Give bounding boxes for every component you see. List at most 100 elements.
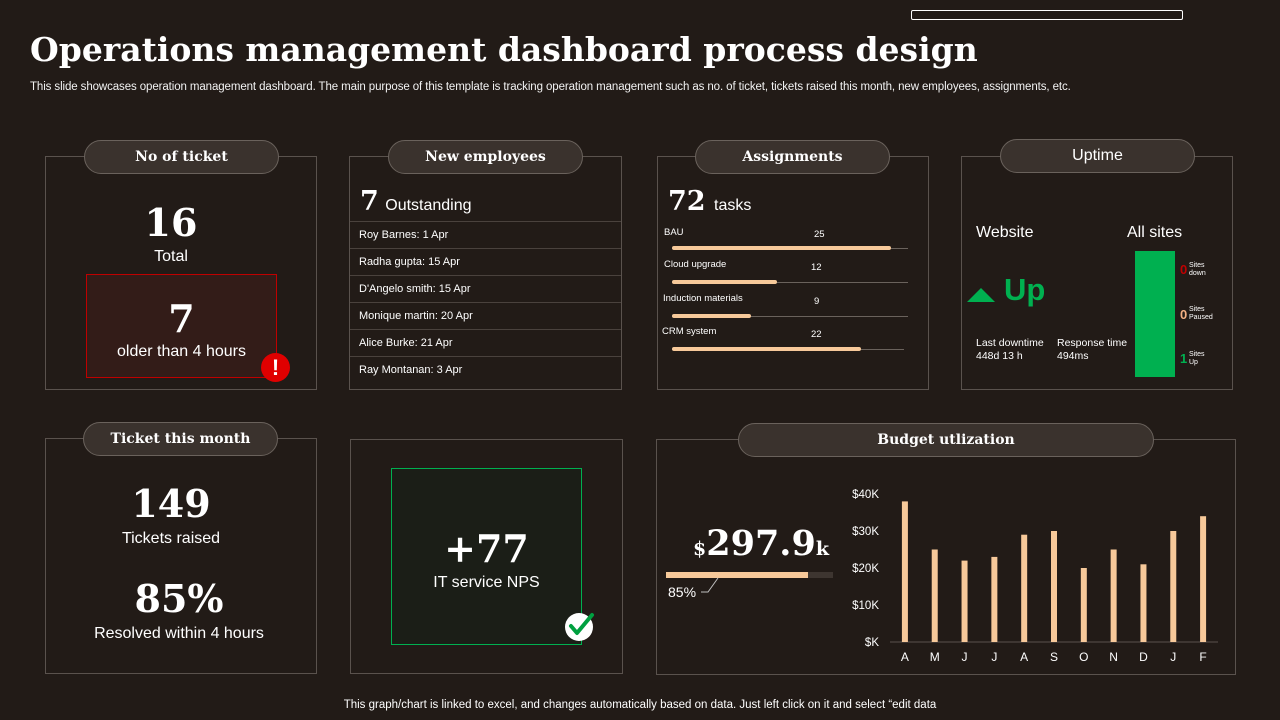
new-employees-header: New employees (388, 140, 583, 174)
budget-bar (1140, 564, 1147, 642)
nps-value: +77 (444, 526, 529, 571)
budget-bar (901, 501, 908, 642)
sites-up-label-line2: Up (1189, 359, 1198, 366)
budget-amount-line: $297.9k (693, 523, 829, 564)
x-tick-label: A (1020, 650, 1028, 664)
sites-paused-label-line2: Paused (1189, 314, 1213, 321)
task-progress-bar (672, 246, 891, 250)
website-label: Website (976, 224, 1034, 241)
sites-down-label-line2: down (1189, 270, 1206, 277)
assignments-header: Assignments (695, 140, 890, 174)
y-tick-label: $10K (852, 600, 879, 612)
exclamation-alert-icon: ! (261, 353, 290, 382)
top-outline-box (911, 10, 1183, 20)
task-name: Cloud upgrade (664, 259, 727, 270)
page-title: Operations management dashboard process … (30, 30, 978, 69)
sites-paused-label-line1: Sites (1189, 306, 1205, 313)
budget-bar (1021, 534, 1028, 642)
budget-suffix: k (815, 538, 830, 560)
budget-bar (1110, 549, 1117, 642)
task-value: 22 (811, 329, 822, 340)
task-progress-bar (672, 280, 777, 284)
budget-bar-chart: $K $10K $20K $30K $40K A M J J A S O N D J F (852, 489, 1218, 664)
budget-progress-leader (701, 577, 719, 593)
all-sites-label: All sites (1127, 224, 1183, 241)
x-tick-label: J (962, 650, 968, 664)
task-name: BAU (664, 227, 684, 238)
website-status: Up (1004, 272, 1046, 307)
budget-progress-fill (666, 572, 808, 578)
employee-row: Roy Barnes: 1 Apr (350, 221, 621, 248)
resolved-label: Resolved within 4 hours (94, 625, 264, 642)
checkmark-icon-svg (565, 613, 594, 641)
employees-count-line: 7 Outstanding (360, 186, 472, 217)
budget-currency: $ (693, 538, 707, 560)
budget-bar (1170, 531, 1177, 642)
sites-up-label: Sites Up (1189, 351, 1205, 367)
sites-up-bar (1135, 251, 1175, 377)
sites-down-label-line1: Sites (1189, 262, 1205, 269)
sites-up-label-line1: Sites (1189, 351, 1205, 358)
x-tick-label: J (1170, 650, 1176, 664)
x-tick-label: F (1199, 650, 1206, 664)
older-tickets-value: 7 (168, 296, 195, 341)
alert-glyph: ! (271, 355, 280, 380)
budget-bar (1080, 568, 1087, 642)
x-tick-label: S (1050, 650, 1058, 664)
x-tick-label: A (901, 650, 909, 664)
last-downtime-label: Last downtime (976, 337, 1044, 349)
sites-paused-label: Sites Paused (1189, 306, 1213, 322)
budget-bar (991, 556, 998, 642)
y-tick-label: $20K (852, 563, 879, 575)
x-tick-label: M (930, 650, 940, 664)
tickets-raised-label: Tickets raised (121, 530, 221, 547)
ticket-total-value: 16 (144, 200, 198, 245)
triangle-up-icon (967, 288, 995, 302)
budget-progress-track (666, 572, 833, 578)
employee-row: Alice Burke: 21 Apr (350, 329, 621, 356)
task-value: 9 (814, 296, 820, 307)
task-value: 12 (811, 262, 822, 273)
checkmark-icon (564, 610, 596, 642)
page-subtitle: This slide showcases operation managemen… (30, 81, 1071, 93)
x-tick-label: O (1079, 650, 1088, 664)
footer-note: This graph/chart is linked to excel, and… (343, 699, 937, 711)
no-of-ticket-header: No of ticket (84, 140, 279, 174)
budget-bar (1200, 516, 1207, 642)
employees-count: 7 (360, 186, 379, 217)
sites-down-count: 0 (1180, 262, 1188, 277)
sites-down-label: Sites down (1189, 262, 1206, 278)
task-list: BAU 25 Cloud upgrade 12 Induction materials 9… (657, 222, 929, 362)
y-tick-label: $40K (852, 489, 879, 501)
nps-label: IT service NPS (433, 574, 540, 591)
assignments-count-label: tasks (714, 197, 752, 214)
y-tick-label: $K (865, 637, 879, 649)
x-tick-label: J (991, 650, 997, 664)
ticket-total-label: Total (154, 248, 188, 265)
budget-bar (1051, 531, 1057, 642)
sites-paused-count: 0 (1180, 307, 1188, 322)
tickets-raised-value: 149 (131, 481, 211, 526)
task-progress-bar (672, 347, 861, 351)
sites-up-count: 1 (1180, 351, 1188, 366)
task-value: 25 (814, 229, 825, 240)
budget-bar (931, 549, 938, 642)
last-downtime-value: 448d 13 h (976, 350, 1023, 362)
task-name: Induction materials (663, 293, 743, 304)
older-tickets-label: older than 4 hours (117, 343, 246, 360)
employee-row: Monique martin: 20 Apr (350, 302, 621, 329)
ticket-this-month-header: Ticket this month (83, 422, 278, 456)
task-name: CRM system (662, 326, 717, 337)
x-tick-label: N (1109, 650, 1118, 664)
employee-row: D'Angelo smith: 15 Apr (350, 275, 621, 302)
employees-count-label: Outstanding (385, 197, 472, 214)
y-tick-label: $30K (852, 526, 879, 538)
uptime-header: Uptime (1000, 139, 1195, 173)
assignments-count-line: 72 tasks (668, 186, 751, 217)
employee-row: Ray Montanan: 3 Apr (350, 356, 621, 383)
resolved-value: 85% (134, 576, 224, 621)
task-progress-bar (672, 314, 751, 318)
budget-bar (961, 560, 968, 642)
budget-amount: 297.9 (706, 523, 816, 564)
response-time-value: 494ms (1057, 350, 1089, 362)
